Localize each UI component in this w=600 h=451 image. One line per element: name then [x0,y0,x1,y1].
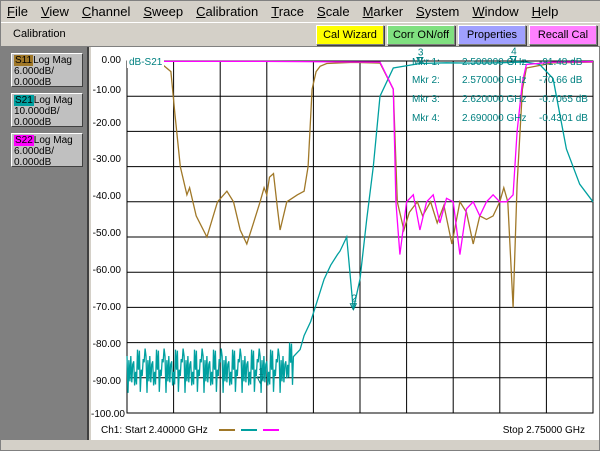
menu-marker-label: arker [373,4,404,19]
menu-marker-mnemonic: M [362,4,374,19]
marker-readout-2: Mkr 2: 2.570000 GHz -70.66 dB [412,75,582,87]
marker-freq: 2.500000 GHz [462,57,527,68]
marker-name: Mkr 1: [412,57,440,68]
calibration-toolbar: Calibration Cal Wizard Corr ON/off Prope… [1,22,600,47]
marker-freq: 2.690000 GHz [462,113,527,124]
recall-cal-button[interactable]: Recall Cal [529,25,597,45]
trace-legend-swatches [219,429,279,431]
menu-system[interactable]: System [416,4,459,19]
menu-scale[interactable]: Scale [317,4,350,19]
marker-value: -0.4301 dB [539,113,588,124]
marker-freq: 2.570000 GHz [462,75,527,86]
properties-button[interactable]: Properties [458,25,526,45]
marker-readout-3: Mkr 3: 2.620000 GHz -0.7065 dB [412,94,588,106]
sweep-status-bar: Ch1: Start 2.40000 GHz Stop 2.75000 GHz [91,421,599,439]
menu-sweep[interactable]: Sweep [143,4,183,19]
vna-window: File View Channel Sweep Calibration Trac… [0,0,600,451]
sweep-stop-label: Stop 2.75000 GHz [502,425,585,436]
trace-scale-s21: 10.000dB/ [14,106,60,117]
trace-scale-s22: 6.000dB/ [14,146,55,157]
menu-marker[interactable]: Marker [363,4,403,19]
marker-name: Mkr 4: [412,113,440,124]
marker-readout-4: Mkr 4: 2.690000 GHz -0.4301 dB [412,113,588,125]
trace-ref-s21: 0.000dB [14,117,52,128]
marker-flag-label-4: 4 [511,47,517,58]
menu-trace-mnemonic: T [271,4,279,19]
menu-help[interactable]: Help [532,4,559,19]
menu-help-mnemonic: H [531,4,542,19]
menu-calibration[interactable]: Calibration [196,4,258,19]
trace-box-s22[interactable]: S22Log Mag 6.000dB/ 0.000dB [11,133,83,168]
active-trace-label: dB-S21 [127,57,165,68]
menu-trace-label: race [278,4,305,19]
menu-bar: File View Channel Sweep Calibration Trac… [1,1,600,22]
menu-view-label: iew [49,4,69,19]
menu-window-label: indow [484,4,519,19]
toolbar-title: Calibration [13,28,66,40]
marker-readout-1: Mkr 1: 2.500000 GHz -91.48 dB [412,57,582,69]
marker-freq: 2.620000 GHz [462,94,527,105]
menu-window-mnemonic: W [472,4,485,19]
trace-format-s11: Log Mag [33,55,72,66]
corr-onoff-button[interactable]: Corr ON/off [387,25,455,45]
marker-flag-label-2: 2 [351,294,357,305]
plot-area[interactable]: 0.00 -10.00 -20.00 -30.00 -40.00 -50.00 … [91,47,599,440]
marker-name: Mkr 3: [412,94,440,105]
menu-help-label: elp [541,4,559,19]
trace-box-s11[interactable]: S11Log Mag 6.000dB/ 0.000dB [11,53,83,88]
menu-calibration-mnemonic: C [196,4,206,19]
marker-value: -70.66 dB [539,75,583,86]
trace-tag-s22: S22 [14,135,34,146]
menu-system-label: ystem [424,4,460,19]
menu-scale-label: cale [325,4,350,19]
marker-name: Mkr 2: [412,75,440,86]
menu-system-mnemonic: S [416,4,425,19]
cal-wizard-button[interactable]: Cal Wizard [316,25,384,45]
trace-tag-s11: S11 [14,55,34,66]
menu-view[interactable]: View [41,4,69,19]
sweep-start-label: Ch1: Start 2.40000 GHz [101,425,208,436]
menu-window[interactable]: Window [472,4,518,19]
marker-flag-label-1: 1 [258,367,264,378]
trace-ref-s11: 0.000dB [14,77,52,88]
trace-format-s22: Log Mag [33,135,73,146]
trace-tag-s21: S21 [14,95,34,106]
marker-value: -91.48 dB [539,57,583,68]
menu-sweep-mnemonic: S [143,4,153,19]
menu-file-mnemonic: F [7,4,15,19]
menu-scale-mnemonic: S [317,4,326,19]
menu-channel[interactable]: Channel [82,4,130,19]
menu-sweep-label: weep [152,4,184,19]
menu-channel-label: hannel [91,4,131,19]
menu-file[interactable]: File [7,4,28,19]
trace-status-panel: S11Log Mag 6.000dB/ 0.000dB S21Log Mag 1… [1,47,89,440]
menu-channel-mnemonic: C [81,4,92,19]
trace-ref-s22: 0.000dB [14,157,52,168]
marker-value: -0.7065 dB [539,94,588,105]
trace-format-s21: Log Mag [33,95,73,106]
menu-calibration-label: alibration [205,4,259,19]
menu-trace[interactable]: Trace [271,4,304,19]
trace-box-s21[interactable]: S21Log Mag 10.000dB/ 0.000dB [11,93,83,128]
menu-file-label: ile [14,4,28,19]
trace-scale-s11: 6.000dB/ [14,66,55,77]
